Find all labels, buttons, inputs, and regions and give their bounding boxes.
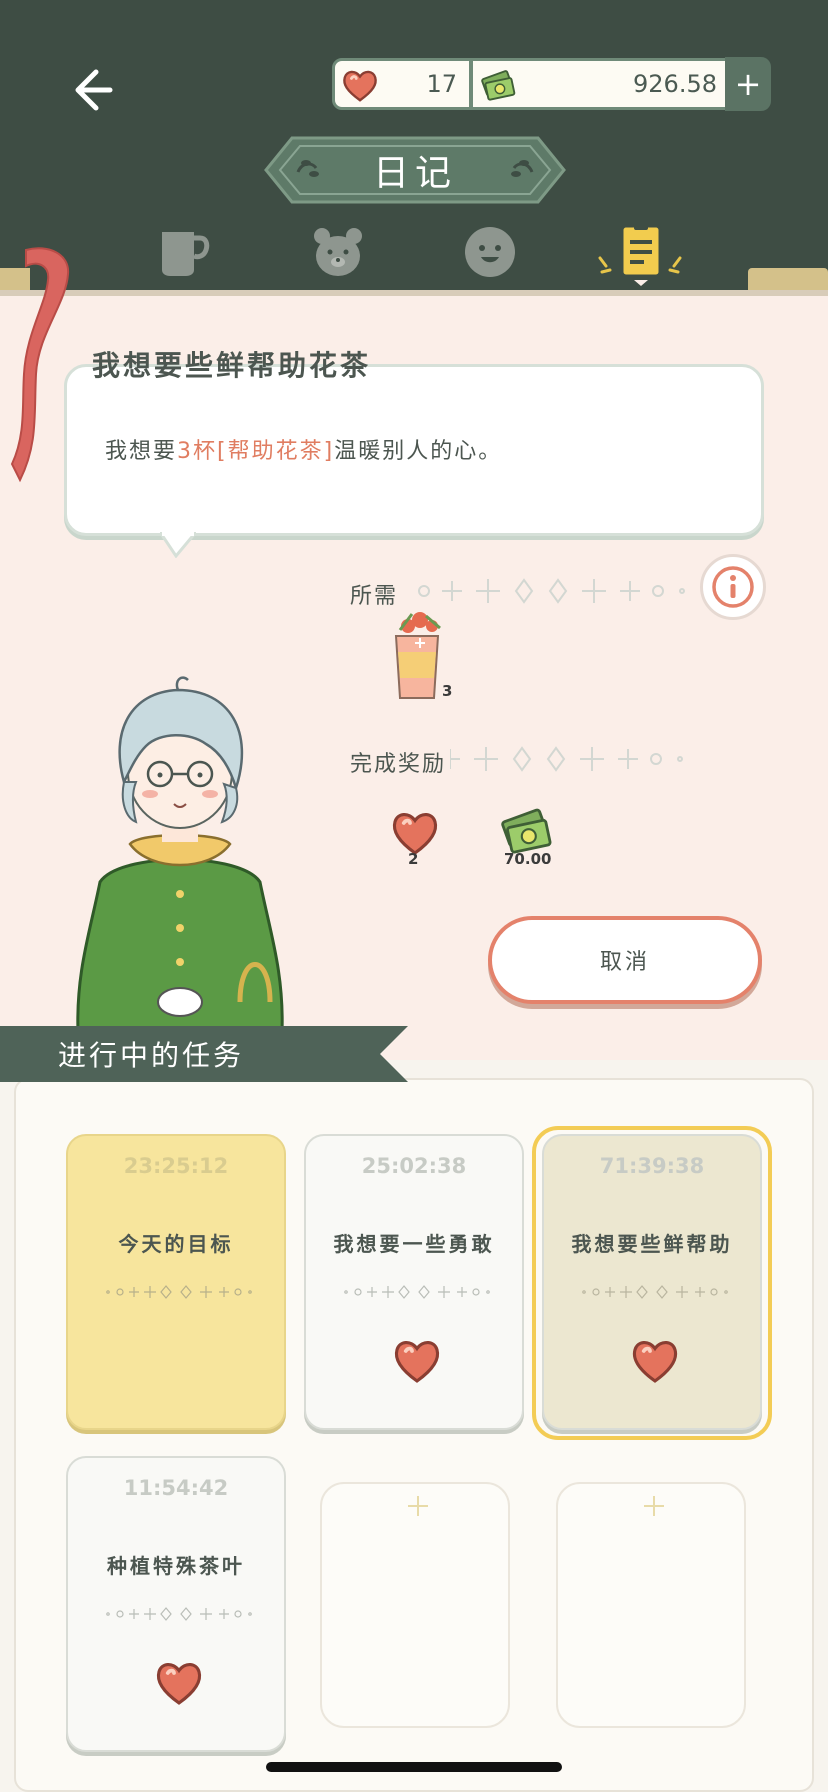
- hearts-counter: 17: [335, 61, 473, 107]
- info-button[interactable]: [700, 554, 766, 620]
- quest-text-after: 温暖别人的心。: [334, 439, 503, 464]
- money-counter: 926.58: [473, 61, 767, 107]
- diary-tabs: [0, 218, 828, 288]
- task-title: 我想要些鲜帮助: [571, 1232, 733, 1256]
- task-timer: 25:02:38: [361, 1154, 467, 1178]
- info-icon: [712, 566, 754, 608]
- reward-money-amount: 70.00: [504, 850, 552, 868]
- task-card-selected[interactable]: 71:39:38 我想要些鲜帮助: [542, 1134, 762, 1430]
- tasks-section-title: 进行中的任务: [58, 1039, 245, 1072]
- quest-text-before: 我想要: [105, 439, 178, 464]
- heart-icon: [343, 70, 377, 102]
- reward-label: 完成奖励: [350, 752, 447, 777]
- sparkle-divider: [106, 1285, 252, 1299]
- heart-icon: [394, 1341, 440, 1383]
- sparkle-divider: [450, 746, 683, 772]
- title-plaque: 日记: [262, 130, 568, 210]
- tab-cup[interactable]: [156, 224, 212, 280]
- cancel-label: 取消: [599, 950, 650, 975]
- required-qty: 3: [442, 682, 453, 700]
- quest-text-highlight: 3杯[帮助花茶]: [177, 439, 335, 464]
- tab-bear[interactable]: [310, 224, 366, 280]
- quest-description: 我想要3杯[帮助花茶]温暖别人的心。: [105, 433, 502, 465]
- quest-speech-bubble: 我想要3杯[帮助花茶]温暖别人的心。: [64, 364, 764, 536]
- home-indicator[interactable]: [266, 1762, 562, 1772]
- task-card[interactable]: 23:25:12 今天的目标: [66, 1134, 286, 1430]
- heart-icon: [156, 1663, 202, 1705]
- sparkle-divider: [106, 1607, 252, 1621]
- task-title: 我想要一些勇敢: [333, 1232, 495, 1256]
- money-icon: [481, 70, 516, 101]
- grandma-character: [76, 676, 284, 1032]
- flower-tea-icon: [394, 612, 441, 699]
- task-timer: 23:25:12: [123, 1154, 229, 1178]
- task-timer: 11:54:42: [123, 1476, 229, 1500]
- task-card[interactable]: 11:54:42 种植特殊茶叶: [66, 1456, 286, 1752]
- smiley-icon: [465, 227, 515, 277]
- bear-icon: [314, 228, 362, 276]
- bubble-tail: [160, 532, 196, 558]
- empty-task-slot: [320, 1482, 510, 1728]
- add-currency-button[interactable]: +: [725, 57, 771, 111]
- task-card[interactable]: 25:02:38 我想要一些勇敢: [304, 1134, 524, 1430]
- quest-title: 我想要些鲜帮助花茶: [92, 349, 372, 382]
- arrow-left-icon: [75, 69, 113, 111]
- sparkle-icon: [408, 1496, 428, 1516]
- empty-task-slot: [556, 1482, 746, 1728]
- tab-face[interactable]: [462, 224, 518, 280]
- task-title: 今天的目标: [118, 1232, 234, 1256]
- heart-icon: [632, 1341, 678, 1383]
- cancel-button[interactable]: 取消: [488, 916, 762, 1004]
- sparkle-divider: [418, 578, 685, 604]
- sparkle-divider: [582, 1285, 728, 1299]
- money-value: 926.58: [633, 70, 717, 98]
- page-title: 日记: [372, 153, 457, 194]
- sparkle-divider: [344, 1285, 490, 1299]
- currency-bar: 17 926.58 +: [332, 57, 771, 111]
- task-timer: 71:39:38: [599, 1154, 705, 1178]
- sparkle-icon: [644, 1496, 664, 1516]
- cup-icon: [162, 232, 210, 276]
- tab-diary[interactable]: [594, 224, 682, 286]
- diary-list-icon: [598, 224, 682, 286]
- task-title: 种植特殊茶叶: [107, 1554, 245, 1578]
- required-label: 所需: [350, 584, 399, 609]
- reward-hearts-amount: 2: [408, 850, 419, 868]
- back-button[interactable]: [70, 62, 126, 118]
- hearts-value: 17: [426, 70, 457, 98]
